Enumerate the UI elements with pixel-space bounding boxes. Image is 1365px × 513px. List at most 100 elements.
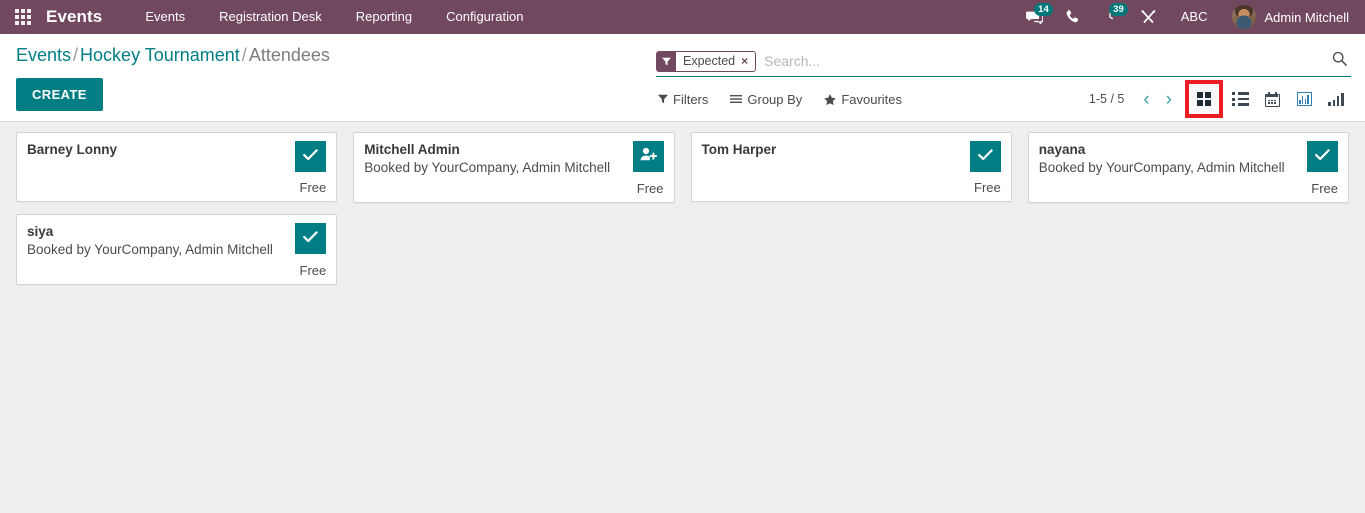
developer-tools-button[interactable] — [1129, 0, 1168, 34]
systray: 14 39 ABC Admin Mitchell — [1015, 0, 1365, 34]
kanban-records-container: Barney Lonny Free Mitchell Admin Booked … — [8, 132, 1357, 296]
kanban-card[interactable]: nayana Booked by YourCompany, Admin Mitc… — [1027, 132, 1349, 203]
view-switcher-calendar[interactable] — [1257, 85, 1287, 113]
apps-menu-button[interactable] — [0, 0, 46, 34]
check-icon — [303, 149, 318, 164]
attendee-name: Mitchell Admin — [364, 142, 460, 157]
search-input[interactable] — [756, 49, 1326, 73]
favourites-dropdown[interactable]: Favourites — [812, 88, 912, 111]
menu-reporting[interactable]: Reporting — [339, 0, 429, 34]
view-switcher-list[interactable] — [1225, 85, 1255, 113]
calendar-icon — [1264, 91, 1280, 107]
breadcrumb-item-events[interactable]: Events — [16, 45, 71, 65]
attendee-name: Barney Lonny — [27, 142, 118, 157]
view-switcher-pivot[interactable] — [1321, 85, 1351, 113]
groupby-label: Group By — [747, 91, 803, 107]
groupby-dropdown[interactable]: Group By — [718, 88, 812, 111]
funnel-icon — [658, 94, 668, 104]
attendee-price: Free — [1311, 181, 1338, 196]
activities-button[interactable]: 39 — [1091, 0, 1129, 34]
activities-badge: 39 — [1109, 3, 1128, 16]
kanban-card[interactable]: Barney Lonny Free — [16, 132, 338, 202]
search-facet-remove-icon[interactable]: × — [741, 54, 755, 68]
breadcrumb-item-attendees: Attendees — [248, 45, 330, 65]
top-navbar: Events Events Registration Desk Reportin… — [0, 0, 1365, 34]
favourites-label: Favourites — [841, 91, 903, 107]
search-facet-label: Expected — [683, 54, 736, 68]
hamburger-lines-icon — [730, 95, 743, 103]
avatar — [1232, 5, 1257, 29]
phone-icon — [1066, 9, 1078, 23]
search-facet-expected[interactable]: Expected × — [656, 50, 757, 72]
control-panel-right: Expected × Filters — [656, 45, 1351, 118]
view-switcher — [1185, 80, 1351, 118]
attendee-status-button[interactable] — [969, 141, 1001, 172]
attendee-status-button[interactable] — [295, 141, 327, 172]
magnifier-glyph — [1332, 51, 1347, 66]
attendee-subtitle: Booked by YourCompany, Admin Mitchell — [27, 242, 273, 257]
crossed-tools-icon — [1141, 10, 1156, 23]
pager: 1-5 / 5 ‹ › — [1089, 90, 1179, 109]
kanban-cell: nayana Booked by YourCompany, Admin Mitc… — [1020, 132, 1357, 214]
attendee-name: siya — [27, 224, 54, 239]
breadcrumb-and-actions: Events / Hockey Tournament / Attendees CREAT… — [16, 45, 330, 111]
check-icon — [977, 149, 993, 164]
attendee-status-button[interactable] — [295, 223, 327, 254]
menu-registration-desk[interactable]: Registration Desk — [202, 0, 339, 34]
search-view: Expected × — [656, 47, 1351, 77]
attendee-price: Free — [299, 263, 327, 278]
messages-button[interactable]: 14 — [1015, 0, 1054, 34]
filters-label: Filters — [673, 91, 709, 107]
kanban-cell: Mitchell Admin Booked by YourCompany, Ad… — [345, 132, 682, 214]
pager-next-button[interactable]: › — [1159, 90, 1179, 109]
attendee-price: Free — [299, 180, 327, 195]
check-icon — [303, 231, 318, 246]
kanban-card-texts: Mitchell Admin Booked by YourCompany, Ad… — [364, 141, 632, 177]
breadcrumb: Events / Hockey Tournament / Attendees — [16, 45, 330, 66]
kanban-card-texts: nayana Booked by YourCompany, Admin Mitc… — [1039, 141, 1307, 177]
kanban-cell: siya Booked by YourCompany, Admin Mitche… — [8, 214, 345, 296]
kanban-card[interactable]: siya Booked by YourCompany, Admin Mitche… — [16, 214, 338, 285]
funnel-glyph — [662, 57, 671, 65]
control-panel: Events / Hockey Tournament / Attendees CREAT… — [0, 34, 1365, 122]
kanban-cell: Barney Lonny Free — [8, 132, 345, 214]
view-switcher-kanban[interactable] — [1185, 80, 1223, 118]
attendee-name: Tom Harper — [701, 142, 777, 157]
user-plus-icon — [640, 147, 657, 166]
attendee-subtitle: Booked by YourCompany, Admin Mitchell — [1038, 160, 1285, 175]
check-icon — [1315, 149, 1330, 164]
debug-indicator[interactable]: ABC — [1168, 0, 1221, 34]
user-menu-button[interactable]: Admin Mitchell — [1220, 0, 1355, 34]
messages-badge: 14 — [1034, 3, 1053, 16]
attendee-price: Free — [636, 181, 664, 196]
menu-configuration[interactable]: Configuration — [429, 0, 540, 34]
kanban-card[interactable]: Tom Harper Free — [690, 132, 1012, 202]
kanban-cell: Tom Harper Free — [683, 132, 1020, 214]
control-panel-top-row: Events / Hockey Tournament / Attendees CREAT… — [0, 34, 1365, 118]
phone-button[interactable] — [1054, 0, 1091, 34]
control-panel-actions-row: Filters Group By Favourites 1-5 / 5 ‹ › — [656, 80, 1351, 118]
attendee-subtitle: Booked by YourCompany, Admin Mitchell — [364, 160, 611, 175]
kanban-card-header: Mitchell Admin Booked by YourCompany, Ad… — [364, 141, 664, 177]
filters-dropdown[interactable]: Filters — [656, 88, 718, 111]
view-switcher-graph[interactable] — [1289, 85, 1319, 113]
kanban-card-header: Barney Lonny — [27, 141, 327, 172]
kanban-card[interactable]: Mitchell Admin Booked by YourCompany, Ad… — [353, 132, 675, 203]
breadcrumb-separator: / — [73, 45, 79, 65]
create-button[interactable]: CREATE — [16, 78, 103, 111]
pager-previous-button[interactable]: ‹ — [1136, 90, 1156, 109]
search-icon[interactable] — [1326, 51, 1351, 71]
kanban-view: Barney Lonny Free Mitchell Admin Booked … — [0, 122, 1365, 513]
kanban-card-header: nayana Booked by YourCompany, Admin Mitc… — [1039, 141, 1338, 177]
attendee-status-button[interactable] — [632, 141, 664, 172]
attendee-status-button[interactable] — [1307, 141, 1338, 172]
kanban-card-header: Tom Harper — [702, 141, 1001, 172]
app-brand-name[interactable]: Events — [46, 7, 106, 27]
breadcrumb-separator: / — [241, 45, 247, 65]
menu-events[interactable]: Events — [128, 0, 202, 34]
attendee-name: nayana — [1038, 142, 1086, 157]
ascending-bars-icon — [1328, 92, 1344, 106]
kanban-card-texts: Tom Harper — [702, 141, 970, 159]
breadcrumb-item-hockey-tournament[interactable]: Hockey Tournament — [80, 45, 240, 65]
apps-grid-icon — [15, 9, 31, 25]
